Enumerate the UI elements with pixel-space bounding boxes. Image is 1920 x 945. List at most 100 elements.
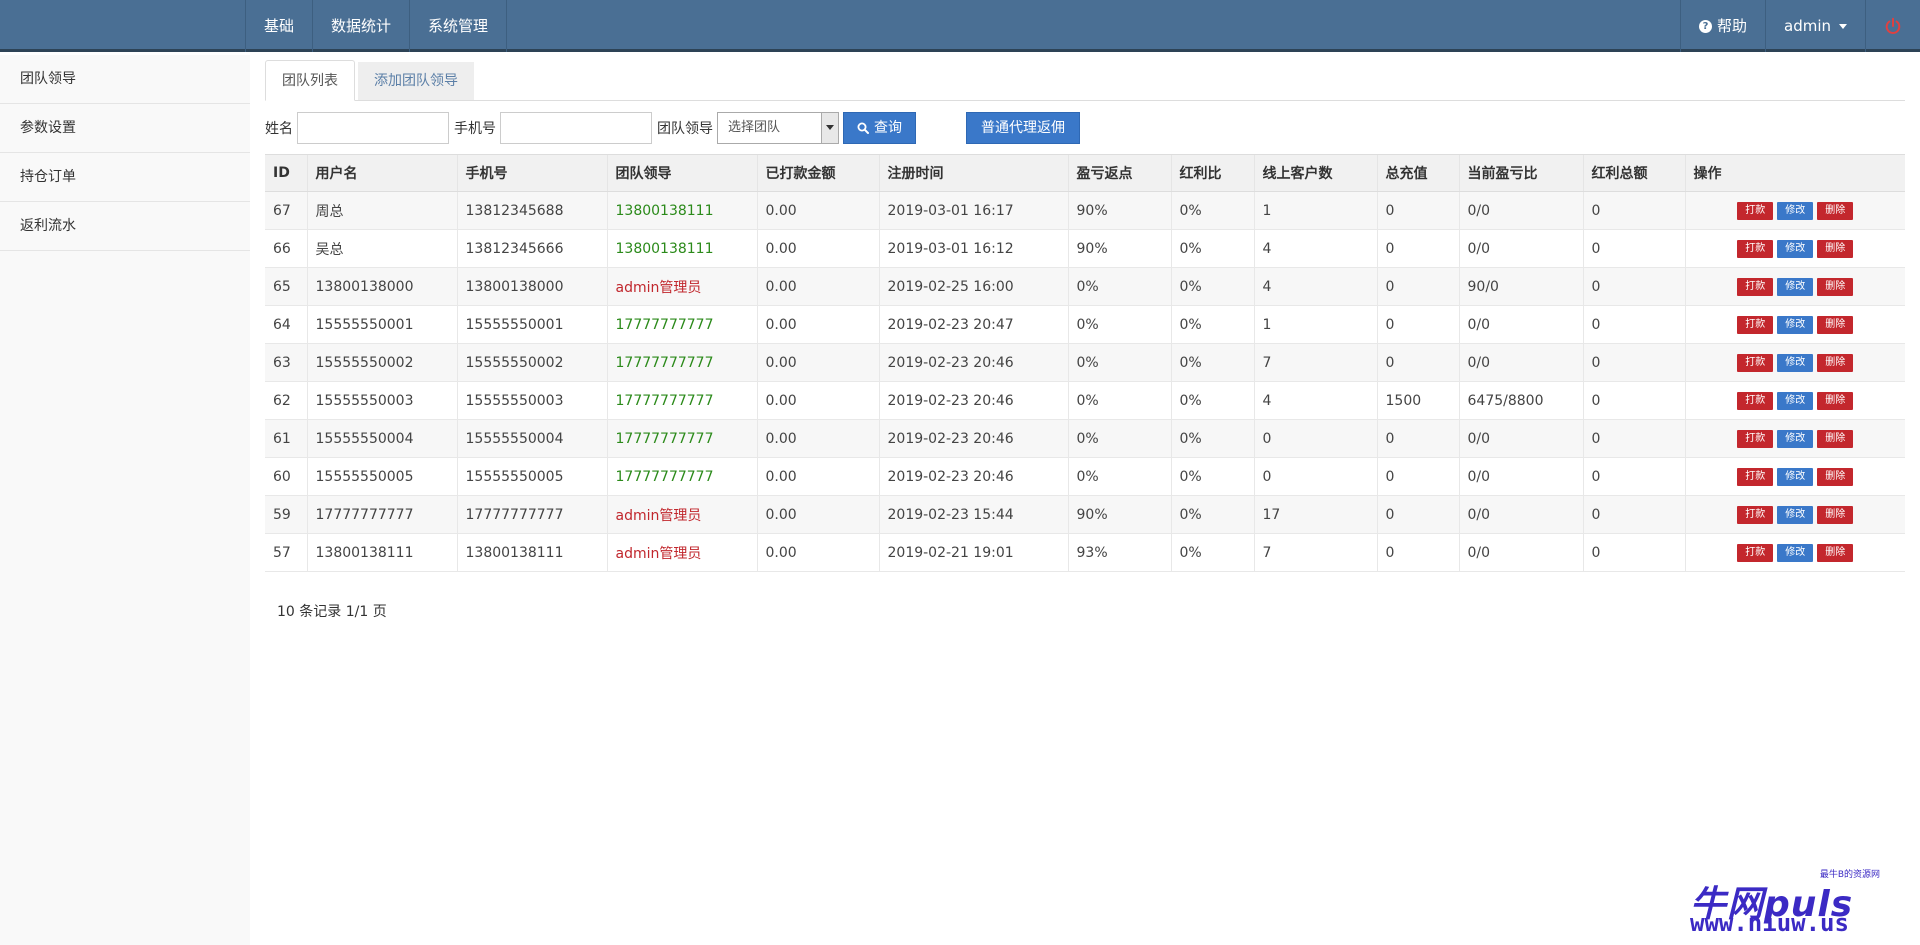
sidebar-item-team-leader[interactable]: 团队领导	[0, 55, 250, 104]
edit-button[interactable]: 修改	[1777, 201, 1814, 220]
cell-actions: 打款 修改 删除	[1684, 381, 1905, 420]
table-header-row: ID 用户名 手机号 团队领导 已打款金额 注册时间 盈亏返点 红利比 线上客户…	[265, 154, 1905, 192]
user-menu[interactable]: admin	[1765, 0, 1865, 52]
cell-current-ratio: 6475/8800	[1458, 381, 1583, 420]
table-row: 59 17777777777 17777777777 admin管理员 0.00 2019…	[265, 495, 1905, 534]
delete-button[interactable]: 删除	[1817, 315, 1854, 334]
cell-phone: 17777777777	[456, 495, 607, 534]
delete-button[interactable]: 删除	[1817, 505, 1854, 524]
top-nav-right: ? 帮助 admin	[1679, 0, 1920, 52]
nav-statistics[interactable]: 数据统计	[313, 0, 411, 52]
cell-online-clients: 7	[1253, 343, 1377, 382]
edit-button[interactable]: 修改	[1777, 239, 1814, 258]
tab-add-team-leader[interactable]: 添加团队领导	[358, 62, 474, 100]
team-select[interactable]: 选择团队	[717, 112, 839, 144]
row-actions: 打款 修改 删除	[1694, 505, 1898, 524]
nav-basic[interactable]: 基础	[246, 0, 314, 52]
sidebar-item-parameters[interactable]: 参数设置	[0, 104, 250, 153]
cell-id: 59	[265, 495, 307, 534]
phone-input[interactable]	[500, 112, 652, 144]
pay-button[interactable]: 打款	[1737, 467, 1774, 486]
delete-button[interactable]: 删除	[1817, 239, 1854, 258]
team-table: ID 用户名 手机号 团队领导 已打款金额 注册时间 盈亏返点 红利比 线上客户…	[265, 154, 1905, 572]
col-profit-rebate: 盈亏返点	[1067, 154, 1171, 192]
cell-paid-amount: 0.00	[756, 533, 879, 572]
question-circle-icon: ?	[1698, 19, 1712, 33]
agent-rebate-button[interactable]: 普通代理返佣	[966, 112, 1080, 144]
cell-bonus-ratio: 0%	[1170, 533, 1254, 572]
nav-system-management[interactable]: 系统管理	[410, 0, 508, 52]
cell-register-time: 2019-02-21 19:01	[878, 533, 1068, 572]
cell-phone: 13800138111	[456, 533, 607, 572]
cell-online-clients: 4	[1253, 267, 1377, 306]
cell-username: 15555550005	[306, 457, 457, 496]
logout-button[interactable]	[1865, 0, 1920, 52]
delete-button[interactable]: 删除	[1817, 391, 1854, 410]
search-button-label: 查询	[874, 120, 902, 136]
edit-button[interactable]: 修改	[1777, 277, 1814, 296]
col-phone: 手机号	[456, 154, 607, 192]
cell-bonus-ratio: 0%	[1170, 343, 1254, 382]
table-row: 62 15555550003 15555550003 17777777777 0.00 2…	[265, 381, 1905, 420]
edit-button[interactable]: 修改	[1777, 505, 1814, 524]
edit-button[interactable]: 修改	[1777, 467, 1814, 486]
cell-bonus-total: 0	[1582, 191, 1685, 230]
col-current-ratio: 当前盈亏比	[1458, 154, 1583, 192]
cell-paid-amount: 0.00	[756, 343, 879, 382]
pay-button[interactable]: 打款	[1737, 239, 1774, 258]
pay-button[interactable]: 打款	[1737, 391, 1774, 410]
cell-online-clients: 1	[1253, 305, 1377, 344]
cell-bonus-ratio: 0%	[1170, 381, 1254, 420]
edit-button[interactable]: 修改	[1777, 315, 1814, 334]
cell-register-time: 2019-02-23 20:47	[878, 305, 1068, 344]
filter-bar: 姓名 手机号 团队领导 选择团队 查询 普通代理返佣	[265, 112, 1905, 144]
cell-bonus-total: 0	[1582, 457, 1685, 496]
pay-button[interactable]: 打款	[1737, 429, 1774, 448]
col-bonus-ratio: 红利比	[1170, 154, 1254, 192]
edit-button[interactable]: 修改	[1777, 429, 1814, 448]
cell-bonus-ratio: 0%	[1170, 419, 1254, 458]
col-actions: 操作	[1684, 154, 1905, 192]
help-link[interactable]: ? 帮助	[1679, 0, 1765, 52]
cell-profit-rebate: 90%	[1067, 229, 1171, 268]
cell-register-time: 2019-03-01 16:17	[878, 191, 1068, 230]
row-actions: 打款 修改 删除	[1694, 429, 1898, 448]
sidebar-item-rebate-flow[interactable]: 返利流水	[0, 202, 250, 251]
edit-button[interactable]: 修改	[1777, 543, 1814, 562]
tab-team-list[interactable]: 团队列表	[265, 60, 355, 101]
pay-button[interactable]: 打款	[1737, 315, 1774, 334]
pagination-info: 10 条记录 1/1 页	[277, 604, 387, 620]
sidebar-item-positions[interactable]: 持仓订单	[0, 153, 250, 202]
cell-team-leader: 17777777777	[606, 305, 757, 344]
cell-phone: 13812345688	[456, 191, 607, 230]
delete-button[interactable]: 删除	[1817, 429, 1854, 448]
edit-button[interactable]: 修改	[1777, 353, 1814, 372]
col-paid-amount: 已打款金额	[756, 154, 879, 192]
cell-register-time: 2019-02-23 20:46	[878, 457, 1068, 496]
pay-button[interactable]: 打款	[1737, 201, 1774, 220]
edit-button[interactable]: 修改	[1777, 391, 1814, 410]
cell-online-clients: 0	[1253, 419, 1377, 458]
cell-username: 15555550004	[306, 419, 457, 458]
cell-total-recharge: 0	[1376, 457, 1459, 496]
pay-button[interactable]: 打款	[1737, 543, 1774, 562]
delete-button[interactable]: 删除	[1817, 543, 1854, 562]
select-arrow-icon	[821, 113, 838, 143]
cell-actions: 打款 修改 删除	[1684, 457, 1905, 496]
cell-username: 周总	[306, 191, 457, 230]
cell-paid-amount: 0.00	[756, 419, 879, 458]
name-input[interactable]	[297, 112, 449, 144]
pay-button[interactable]: 打款	[1737, 505, 1774, 524]
delete-button[interactable]: 删除	[1817, 467, 1854, 486]
delete-button[interactable]: 删除	[1817, 277, 1854, 296]
pay-button[interactable]: 打款	[1737, 353, 1774, 372]
delete-button[interactable]: 删除	[1817, 353, 1854, 372]
table-row: 66 吴总 13812345666 13800138111 0.00 2019-03-01…	[265, 229, 1905, 268]
cell-actions: 打款 修改 删除	[1684, 343, 1905, 382]
row-actions: 打款 修改 删除	[1694, 277, 1898, 296]
search-button[interactable]: 查询	[843, 112, 916, 144]
pay-button[interactable]: 打款	[1737, 277, 1774, 296]
delete-button[interactable]: 删除	[1817, 201, 1854, 220]
cell-bonus-ratio: 0%	[1170, 457, 1254, 496]
cell-phone: 15555550001	[456, 305, 607, 344]
